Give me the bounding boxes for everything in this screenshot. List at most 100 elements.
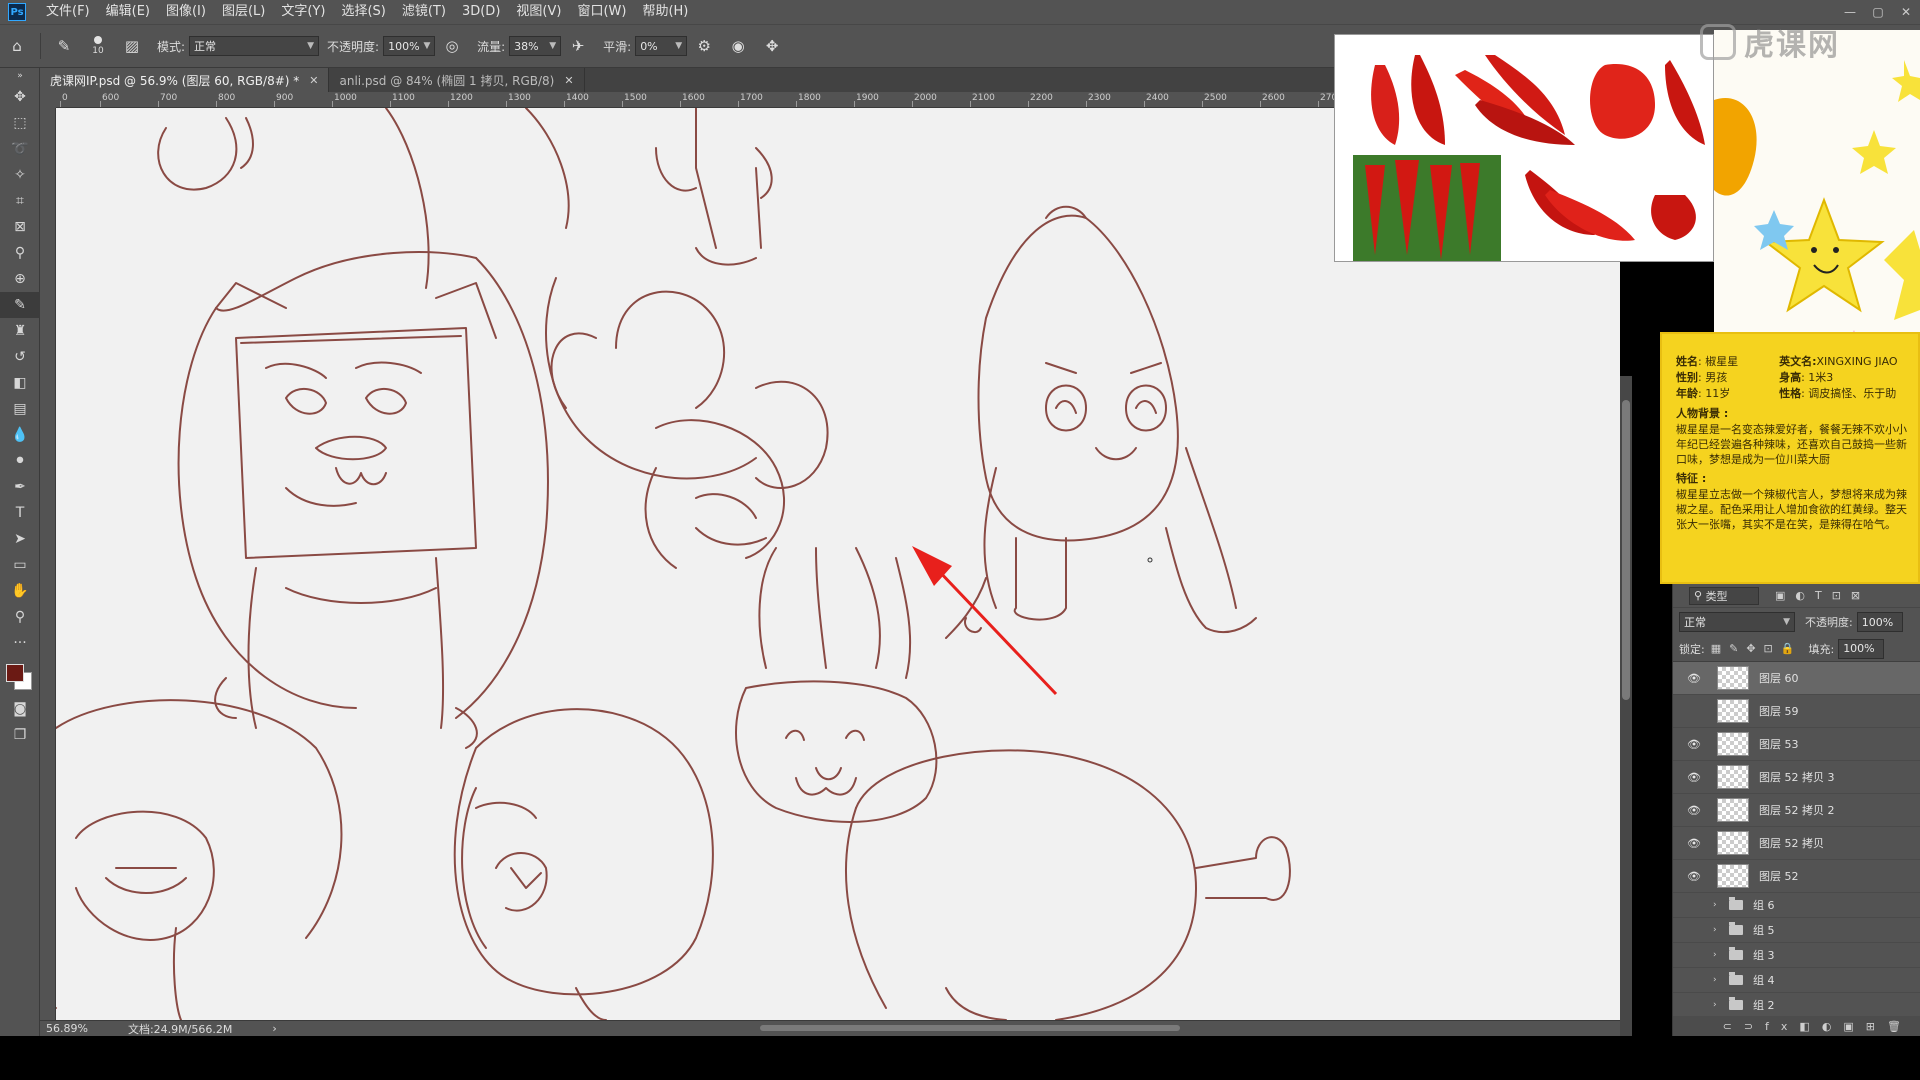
chevron-right-icon[interactable]: › [1713,975,1725,985]
layer-row[interactable]: 👁 图层 52 拷贝 3 [1673,761,1920,794]
clone-stamp-tool-icon[interactable]: ♜ [0,318,40,344]
menu-edit[interactable]: 编辑(E) [98,0,158,24]
path-selection-tool-icon[interactable]: ➤ [0,526,40,552]
eye-icon[interactable]: 👁 [1687,804,1707,817]
layers-footer-actions[interactable]: ⊂⊃fx◧◐▣⊞🗑 [1673,1016,1920,1036]
gear-icon[interactable]: ⚙ [691,33,717,59]
chevron-right-icon[interactable]: › [272,1022,276,1035]
close-icon[interactable]: ✕ [309,74,318,87]
opacity-field[interactable]: 100% ▼ [383,36,436,56]
zoom-tool-icon[interactable]: ⚲ [0,604,40,630]
eye-icon[interactable]: 👁 [1687,837,1707,850]
healing-brush-tool-icon[interactable]: ⊕ [0,266,40,292]
fill-value: 100% [1843,642,1875,655]
symmetry-icon[interactable]: ✥ [759,33,785,59]
menu-layer[interactable]: 图层(L) [214,0,273,24]
more-tools-icon[interactable]: ··· [0,630,40,656]
brush-tip-icon [94,36,102,44]
dodge-tool-icon[interactable]: ⚫ [0,448,40,474]
brush-tool-preset-icon[interactable]: ✎ [51,33,77,59]
lock-icons[interactable]: ▦✎✥⊡🔒 [1711,642,1803,655]
flow-field[interactable]: 38% ▼ [509,36,562,56]
layer-group-row[interactable]: › 组 6 [1673,893,1920,918]
zoom-level[interactable]: 56.89% [46,1022,88,1035]
mode-select[interactable]: 正常 ▼ [189,36,320,56]
chevron-right-icon[interactable]: › [1713,925,1725,935]
layer-filter-icons[interactable]: ▣◐T⊡⊠ [1775,589,1870,602]
frame-tool-icon[interactable]: ⊠ [0,214,40,240]
menu-help[interactable]: 帮助(H) [634,0,696,24]
menu-image[interactable]: 图像(I) [158,0,214,24]
blend-mode-select[interactable]: 正常 ▼ [1679,612,1795,632]
menu-filter[interactable]: 滤镜(T) [394,0,454,24]
eye-icon[interactable]: 👁 [1687,738,1707,751]
layer-row[interactable]: 👁 图层 52 拷贝 [1673,827,1920,860]
chevron-right-icon[interactable]: › [1713,950,1725,960]
history-brush-tool-icon[interactable]: ↺ [0,344,40,370]
eye-icon[interactable]: 👁 [1687,771,1707,784]
pressure-size-icon[interactable]: ◉ [725,33,751,59]
marquee-tool-icon[interactable]: ⬚ [0,110,40,136]
airbrush-icon[interactable]: ✈ [565,33,591,59]
window-controls: — ▢ ✕ [1836,0,1920,24]
vertical-scrollbar-thumb[interactable] [1622,400,1630,700]
close-window-button[interactable]: ✕ [1892,0,1920,24]
layer-row[interactable]: 图层 59 [1673,695,1920,728]
collapse-icon[interactable]: » [0,68,40,84]
smoothing-field[interactable]: 0% ▼ [635,36,688,56]
home-icon[interactable]: ⌂ [4,33,30,59]
foreground-color[interactable] [6,664,24,682]
layer-group-row[interactable]: › 组 5 [1673,918,1920,943]
blur-tool-icon[interactable]: 💧 [0,422,40,448]
brush-settings-icon[interactable]: ▨ [119,33,145,59]
layer-row[interactable]: 👁 图层 52 拷贝 2 [1673,794,1920,827]
eye-icon[interactable]: 👁 [1687,870,1707,883]
hand-tool-icon[interactable]: ✋ [0,578,40,604]
brush-size-picker[interactable]: 10 [81,31,115,61]
layer-row[interactable]: 👁 图层 60 [1673,662,1920,695]
color-swatches[interactable] [0,656,40,696]
layer-filter-select[interactable]: ⚲ 类型 [1689,586,1759,605]
maximize-button[interactable]: ▢ [1864,0,1892,24]
eye-icon[interactable]: 👁 [1687,672,1707,685]
chevron-right-icon[interactable]: › [1713,900,1725,910]
pressure-opacity-icon[interactable]: ◎ [439,33,465,59]
eraser-tool-icon[interactable]: ◧ [0,370,40,396]
rectangle-tool-icon[interactable]: ▭ [0,552,40,578]
menu-window[interactable]: 窗口(W) [569,0,634,24]
layer-opacity-field[interactable]: 100% [1856,612,1903,632]
tab-huke-ip[interactable]: 虎课网IP.psd @ 56.9% (图层 60, RGB/8#) * ✕ [40,68,330,92]
eyedropper-tool-icon[interactable]: ⚲ [0,240,40,266]
magic-wand-tool-icon[interactable]: ✧ [0,162,40,188]
pen-tool-icon[interactable]: ✒ [0,474,40,500]
reference-image-stars [1714,30,1920,370]
layer-group-row[interactable]: › 组 2 [1673,993,1920,1018]
brush-tool-icon[interactable]: ✎ [0,292,40,318]
layer-group-row[interactable]: › 组 3 [1673,943,1920,968]
layer-row[interactable]: 👁 图层 52 [1673,860,1920,893]
layer-row[interactable]: 👁 图层 53 [1673,728,1920,761]
layer-group-row[interactable]: › 组 4 [1673,968,1920,993]
ruler-tick-label: 1800 [798,93,821,103]
type-tool-icon[interactable]: T [0,500,40,526]
menu-select[interactable]: 选择(S) [333,0,393,24]
quick-mask-icon[interactable]: ◙ [0,696,40,722]
ruler-tick-label: 2300 [1088,93,1111,103]
crop-tool-icon[interactable]: ⌗ [0,188,40,214]
fill-field[interactable]: 100% [1838,638,1885,659]
tab-anli[interactable]: anli.psd @ 84% (椭圆 1 拷贝, RGB/8) ✕ [329,68,585,92]
menu-type[interactable]: 文字(Y) [273,0,333,24]
chevron-right-icon[interactable]: › [1713,1000,1725,1010]
menu-view[interactable]: 视图(V) [508,0,569,24]
minimize-button[interactable]: — [1836,0,1864,24]
close-icon[interactable]: ✕ [564,74,573,87]
move-tool-icon[interactable]: ✥ [0,84,40,110]
horizontal-scrollbar-thumb[interactable] [760,1025,1180,1031]
menu-3d[interactable]: 3D(D) [454,0,508,24]
vertical-ruler[interactable] [40,108,56,1020]
chevron-down-icon: ▼ [549,41,557,51]
lasso-tool-icon[interactable]: ➰ [0,136,40,162]
screen-mode-icon[interactable]: ❐ [0,722,40,748]
gradient-tool-icon[interactable]: ▤ [0,396,40,422]
menu-file[interactable]: 文件(F) [38,0,98,24]
